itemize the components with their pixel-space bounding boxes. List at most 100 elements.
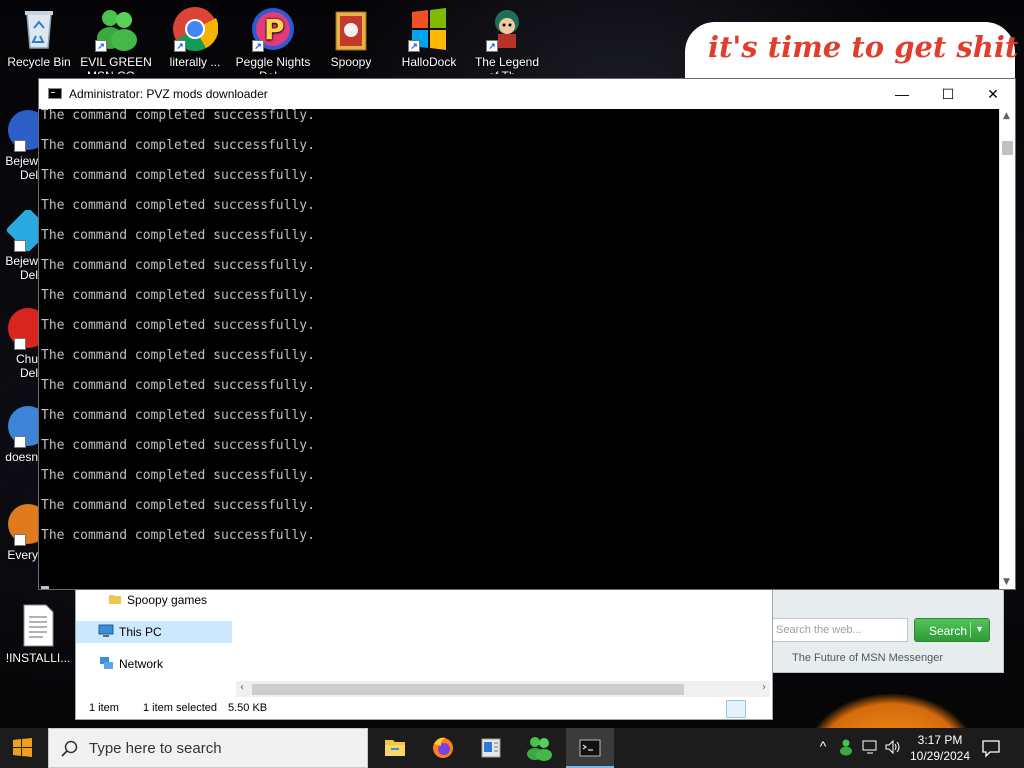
console-line: The command completed successfully. [41,228,315,243]
volume-icon[interactable] [883,738,903,758]
clock-time: 3:17 PM [917,733,963,747]
shortcut-arrow-icon: ↗ [486,40,498,52]
firefox-icon [433,737,453,758]
desktop-icon-literally[interactable]: ↗ literally ... [157,0,233,74]
desktop-icon-label: Bejew [5,254,38,268]
shortcut-arrow-icon: ↗ [408,40,420,52]
desktop-icon-label: Del [19,366,38,380]
desktop-icon-label: Del [19,168,38,182]
chevron-up-icon[interactable]: ^ [813,738,833,758]
file-explorer-icon [385,740,405,756]
taskbar: Type here to search ^ 3:17 PM 10/29/2024 [0,728,1024,768]
horizontal-scrollbar[interactable]: ‹ › [236,681,770,697]
chevron-down-icon[interactable]: ▼ [975,624,984,634]
desktop-icon-bejeweled-1[interactable]: Bejew Del [0,110,38,200]
taskbar-file-explorer[interactable] [371,728,419,768]
computer-icon [98,624,114,641]
character-icon: ↗ [484,6,530,52]
selection-size: 5.50 KB [228,702,268,714]
start-button[interactable] [0,728,46,768]
title-bar[interactable]: Administrator: PVZ mods downloader — ☐ ✕ [39,79,1015,109]
maximize-button[interactable]: ☐ [925,79,971,109]
msn-tray-icon[interactable] [836,738,856,758]
close-button[interactable]: ✕ [970,79,1016,109]
desktop-icon-recycle-bin[interactable]: Recycle Bin [1,0,77,74]
msn-search-input[interactable]: Search the web... [772,618,908,642]
taskbar-command-prompt[interactable] [566,728,614,768]
taskbar-notepad-app[interactable] [467,728,515,768]
nav-item-this-pc[interactable]: This PC [76,621,232,643]
selection-count: 1 item selected [143,702,217,714]
notifications-icon[interactable] [981,738,1001,758]
nav-item-network[interactable]: Network [98,653,163,675]
desktop-icon-label: HalloDock [401,55,457,69]
shortcut-arrow-icon: ↗ [252,40,264,52]
folder-icon [328,6,374,52]
desktop-icon-hallodock[interactable]: ↗ HalloDock [391,0,467,74]
scrollbar-thumb[interactable] [252,684,684,695]
desktop-icon-label: Chu [15,352,38,366]
msn-search-button-label: Search [929,624,968,638]
console-line: The command completed successfully. [41,348,315,363]
desktop-icon-label: !INSTALLI... [5,651,71,665]
peggle-icon: P ↗ [250,6,296,52]
minimize-button[interactable]: — [879,79,925,109]
recycle-bin-icon [16,6,62,52]
file-explorer-window: Spoopy games This PC Network ‹ › 1 item … [75,588,773,720]
navigation-pane: Spoopy games This PC Network [76,589,232,685]
desktop-icon-every[interactable]: Every [0,504,38,594]
console-output[interactable]: The command completed successfully. The … [39,109,1001,589]
desktop-icon-peggle-nights[interactable]: P ↗ Peggle Nights Del... [235,0,311,74]
msn-search-button[interactable]: Search ▼ [914,618,990,642]
console-line: The command completed successfully. [41,198,315,213]
scrollbar-thumb[interactable] [1002,141,1013,155]
desktop-icon-evil-green-msn[interactable]: ↗ EVIL GREEN MSN CO... [78,0,154,74]
console-line: The command completed successfully. [41,528,315,543]
clock[interactable]: 3:17 PM 10/29/2024 [902,732,978,764]
desktop-icon-label: Bejew [5,154,38,168]
desktop-icon-legend[interactable]: ↗ The Legend of Th... [469,0,545,74]
network-icon [98,656,114,673]
item-count: 1 item [89,702,119,714]
shortcut-arrow-icon [14,240,26,252]
nav-item-label: Spoopy games [127,593,208,607]
taskbar-msn-messenger[interactable] [515,728,563,768]
desktop-icon-label: EVIL GREEN MSN CO... [80,55,152,74]
nav-item-label: This PC [119,625,162,639]
taskbar-search-input[interactable]: Type here to search [48,728,368,768]
chevron-up-icon[interactable]: ▲ [1003,111,1010,121]
console-line: The command completed successfully. [41,138,315,153]
separator [970,622,971,638]
folder-icon [108,592,122,609]
chevron-left-icon[interactable]: ‹ [240,682,244,693]
nav-item-label: Network [119,657,164,671]
desktop-icon-spoopy[interactable]: Spoopy [313,0,389,74]
vertical-scrollbar[interactable]: ▲ ▼ [999,109,1015,589]
msn-buddy-icon: ↗ [93,6,139,52]
status-bar: 1 item 1 item selected 5.50 KB [76,699,772,719]
chevron-down-icon[interactable]: ▼ [1003,577,1010,587]
desktop-icon-installing-file[interactable]: !INSTALLI... [0,596,76,670]
console-line: The command completed successfully. [41,168,315,183]
window-title: Administrator: PVZ mods downloader [69,87,268,101]
chrome-icon: ↗ [172,6,219,52]
svg-text:P: P [264,13,285,46]
console-line: The command completed successfully. [41,378,315,393]
nav-item-spoopy-games[interactable]: Spoopy games [108,589,207,611]
shortcut-arrow-icon [14,436,26,448]
chevron-right-icon[interactable]: › [762,682,766,693]
desktop-icon-doesn[interactable]: doesn [0,406,38,496]
console-line: The command completed successfully. [41,498,315,513]
network-icon[interactable] [860,738,880,758]
large-icons-view-icon[interactable] [748,700,768,718]
shortcut-arrow-icon [14,534,26,546]
shortcut-arrow-icon: ↗ [95,40,107,52]
desktop-icon-chuzzle[interactable]: Chu Del [0,308,38,398]
taskbar-firefox[interactable] [419,728,467,768]
search-icon [61,740,78,757]
text-cursor [41,586,49,589]
desktop-icon-label: Every [7,548,38,562]
desktop-icon-bejeweled-2[interactable]: Bejew Del [0,210,38,300]
details-view-icon[interactable] [726,700,746,718]
text-file-icon [15,602,61,648]
